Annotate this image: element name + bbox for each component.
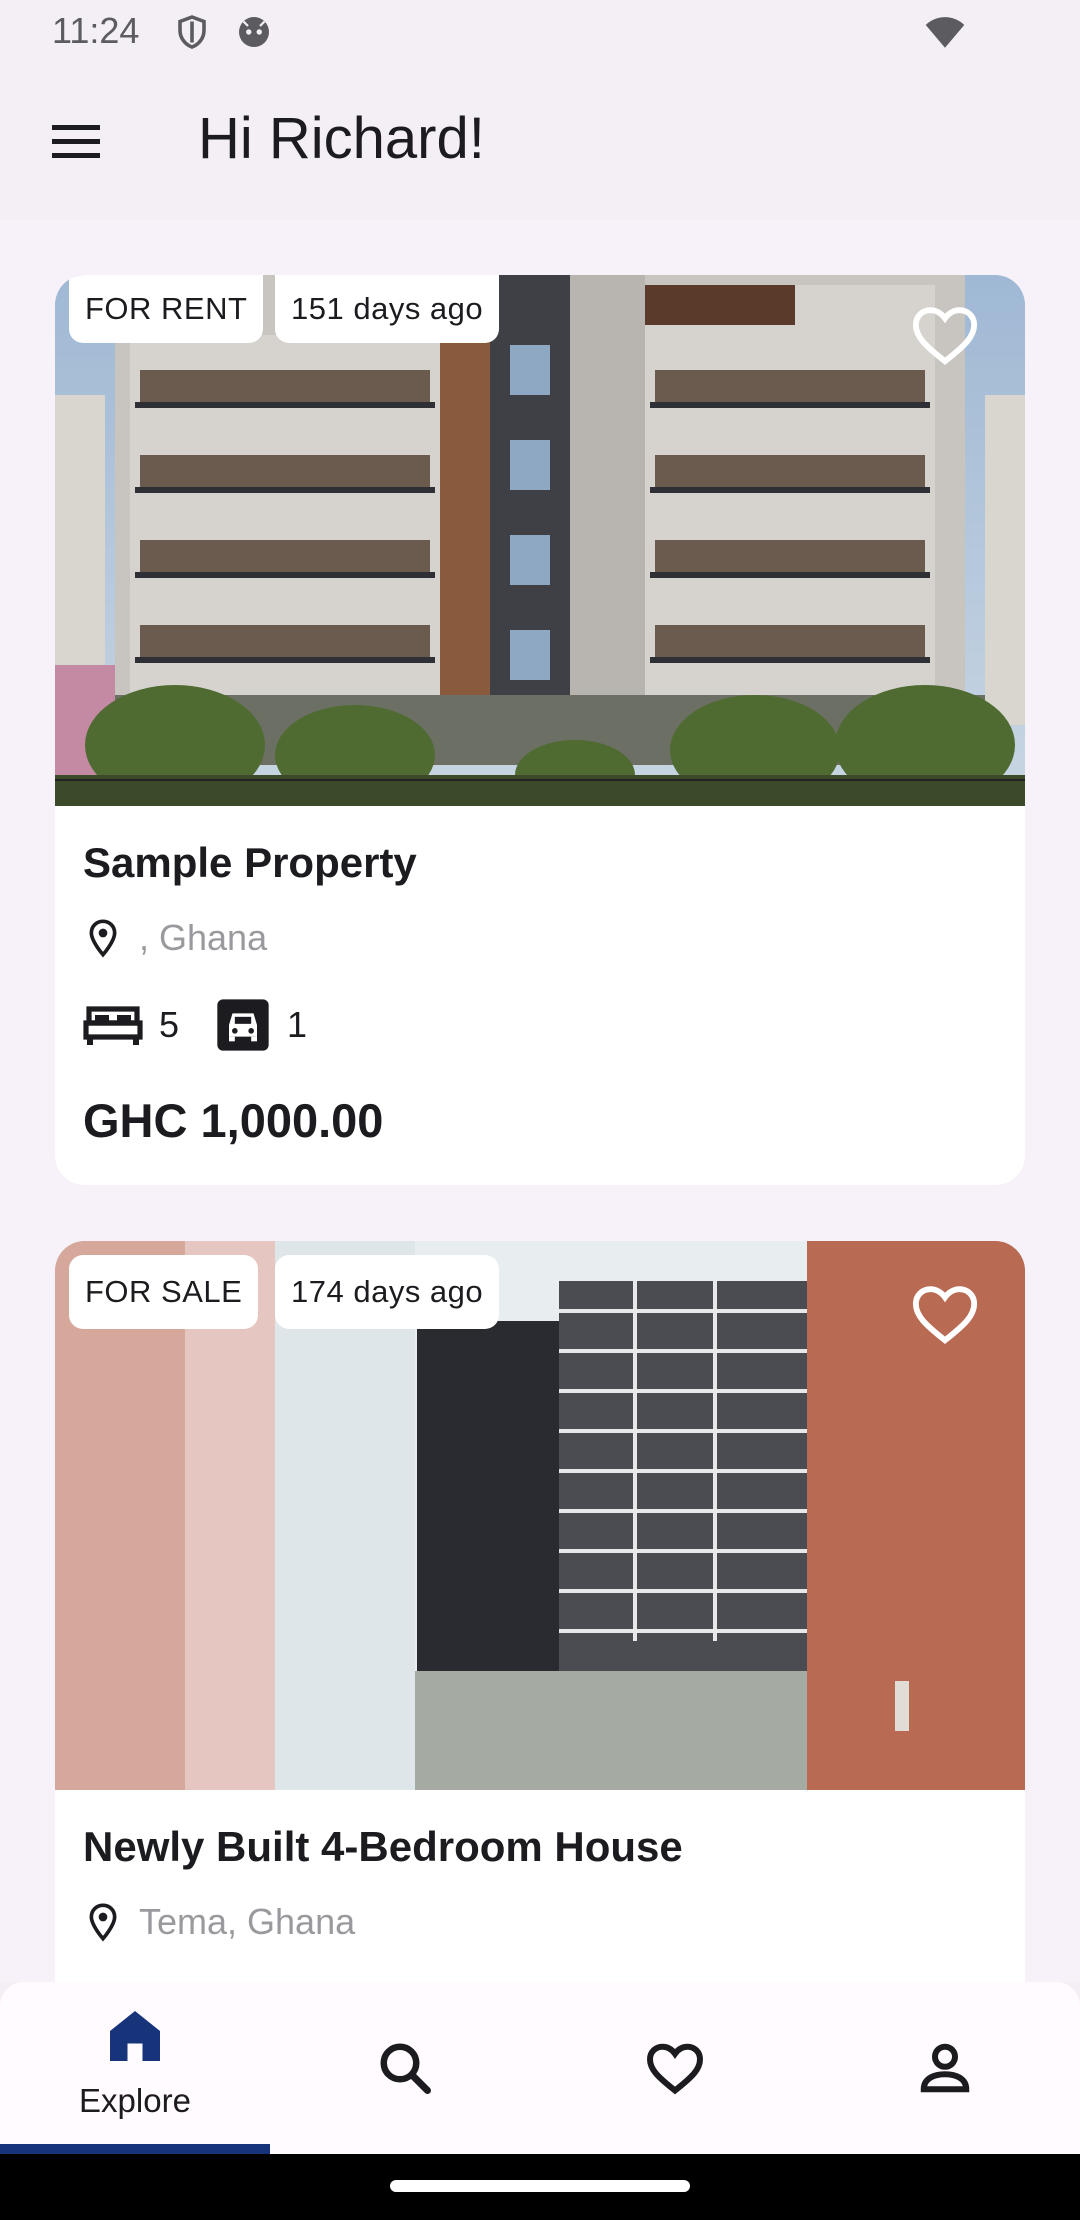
android-icon (239, 17, 269, 47)
favorite-heart-icon[interactable] (910, 300, 980, 370)
location-text: Tema, Ghana (139, 1901, 356, 1942)
features-row: 5 1 (83, 997, 343, 1053)
shield-icon (178, 15, 206, 49)
nav-search[interactable] (270, 1982, 540, 2154)
bedroom-count: 5 (159, 1004, 180, 1045)
wifi-icon (925, 17, 965, 48)
nav-explore[interactable]: Explore (0, 1982, 270, 2154)
nav-profile[interactable] (810, 1982, 1080, 2154)
home-gesture-handle[interactable] (390, 2180, 690, 2192)
location-pin-icon (89, 1903, 117, 1942)
app-bar: Hi Richard! (0, 64, 1080, 220)
garage-count: 1 (287, 1004, 308, 1045)
property-price: GHC 1,000.00 (83, 1094, 384, 1147)
status-time: 11:24 (52, 10, 140, 51)
nav-explore-label: Explore (79, 2082, 191, 2119)
gesture-navigation-bar (0, 2154, 1080, 2220)
greeting-title: Hi Richard! (198, 106, 485, 171)
listing-type-badge: FOR SALE (69, 1255, 259, 1329)
favorite-heart-icon[interactable] (910, 1279, 980, 1349)
listings-feed[interactable]: FOR RENT 151 days ago Sample Property , … (0, 220, 1080, 1982)
active-tab-indicator (0, 2144, 270, 2154)
person-icon (920, 2043, 970, 2093)
listing-age-badge: 174 days ago (275, 1255, 500, 1329)
listing-age-badge: 151 days ago (275, 275, 500, 343)
home-icon (110, 2011, 160, 2061)
listing-type-badge: FOR RENT (69, 275, 264, 343)
property-title[interactable]: Newly Built 4-Bedroom House (83, 1823, 683, 1871)
location-row: Tema, Ghana (83, 1897, 355, 1947)
property-title[interactable]: Sample Property (83, 839, 417, 887)
nav-favorites[interactable] (540, 1982, 810, 2154)
search-icon (380, 2043, 431, 2094)
heart-icon (646, 2043, 704, 2095)
bottom-navigation: Explore (0, 1982, 1080, 2154)
garage-car-icon (217, 999, 269, 1051)
property-card[interactable]: FOR SALE 174 days ago Newly Built 4-Bedr… (55, 1241, 1025, 1982)
property-photo (55, 275, 1025, 806)
bed-icon (83, 1006, 143, 1045)
status-bar: 11:24 (0, 0, 1080, 64)
location-pin-icon (89, 919, 117, 958)
property-card[interactable]: FOR RENT 151 days ago Sample Property , … (55, 275, 1025, 1185)
hamburger-menu-icon[interactable] (46, 117, 106, 167)
location-row: , Ghana (83, 913, 267, 963)
location-text: , Ghana (139, 917, 268, 958)
